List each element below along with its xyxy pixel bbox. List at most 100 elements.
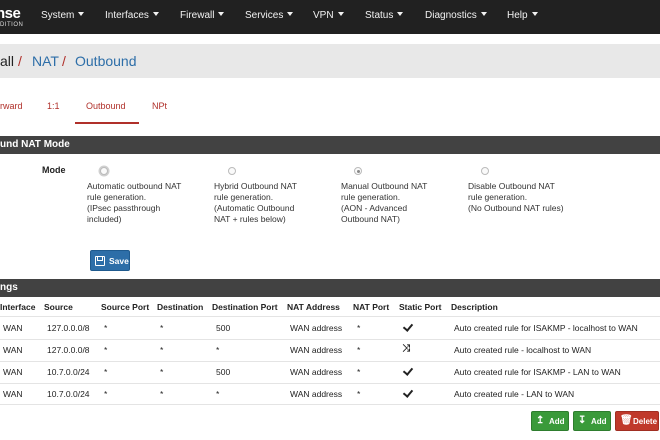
cell-source-port: *: [104, 389, 108, 399]
option-line: Outbound NAT): [341, 214, 400, 224]
option-line: Automatic outbound NAT: [87, 181, 182, 191]
cell-destination: *: [160, 323, 164, 333]
breadcrumb-separator: /: [62, 53, 66, 69]
caret-down-icon: [480, 12, 487, 17]
nav-menu-label: Help: [507, 10, 528, 21]
save-button-label: Save: [109, 256, 129, 266]
option-line: NAT + rules below): [214, 214, 286, 224]
nav-menu-firewall[interactable]: Firewall: [180, 10, 225, 21]
tab-one-to-one[interactable]: 1:1: [47, 101, 60, 111]
cell-source-port: *: [104, 367, 108, 377]
cell-source: 10.7.0.0/24: [47, 367, 90, 377]
column-header-destination-port[interactable]: Destination Port: [212, 302, 278, 312]
nav-menu-status[interactable]: Status: [365, 10, 404, 21]
option-line: included): [87, 214, 122, 224]
column-header-source-port[interactable]: Source Port: [101, 302, 149, 312]
option-line: (AON - Advanced: [341, 203, 408, 213]
nav-menu-vpn[interactable]: VPN: [313, 10, 344, 21]
option-line: Hybrid Outbound NAT: [214, 181, 297, 191]
breadcrumb-firewall[interactable]: all: [0, 53, 14, 69]
radio-manual-outbound-nat[interactable]: [354, 167, 362, 175]
nav-menu-services[interactable]: Services: [245, 10, 294, 21]
check-icon: [403, 366, 413, 376]
cell-destination-port: *: [216, 345, 220, 355]
radio-automatic-outbound-nat[interactable]: [100, 167, 108, 175]
mode-label: Mode: [42, 165, 66, 175]
column-header-source[interactable]: Source: [44, 302, 73, 312]
nav-menu-label: Firewall: [180, 10, 215, 21]
cell-destination-port: *: [216, 389, 220, 399]
caret-down-icon: [218, 12, 225, 17]
nav-menu-diagnostics[interactable]: Diagnostics: [425, 10, 487, 21]
cell-nat-address: WAN address: [290, 367, 343, 377]
cell-interface: WAN: [3, 389, 23, 399]
delete-button[interactable]: 🗑 Delete: [615, 411, 659, 431]
cell-nat-port: *: [357, 345, 361, 355]
cell-description: Auto created rule - LAN to WAN: [454, 389, 575, 399]
nav-menu-help[interactable]: Help: [507, 10, 538, 21]
option-line: Disable Outbound NAT: [468, 181, 555, 191]
radio-hybrid-outbound-nat[interactable]: [228, 167, 236, 175]
column-header-interface[interactable]: Interface: [0, 302, 35, 312]
check-icon: [403, 322, 413, 332]
floppy-disk-icon: [95, 256, 105, 266]
nav-menu-interfaces[interactable]: Interfaces: [105, 10, 159, 21]
column-header-nat-port[interactable]: NAT Port: [353, 302, 389, 312]
option-line: rule generation.: [341, 192, 401, 202]
breadcrumb-outbound[interactable]: Outbound: [75, 53, 137, 69]
column-header-description[interactable]: Description: [451, 302, 498, 312]
caret-down-icon: [531, 12, 538, 17]
column-header-nat-address[interactable]: NAT Address: [287, 302, 340, 312]
top-navbar: nse DITION System Interfaces Firewall Se…: [0, 0, 660, 34]
table-row-divider: [0, 361, 660, 362]
caret-down-icon: [152, 12, 159, 17]
cell-source-port: *: [104, 345, 108, 355]
add-rule-top-button[interactable]: ↥ Add: [531, 411, 569, 431]
cell-destination: *: [160, 367, 164, 377]
nav-menu-label: VPN: [313, 10, 334, 21]
brand-logo[interactable]: nse DITION: [0, 3, 28, 31]
nav-menu-system[interactable]: System: [41, 10, 85, 21]
option-line: Manual Outbound NAT: [341, 181, 428, 191]
option-text-manual: Manual Outbound NAT rule generation. (AO…: [341, 181, 461, 225]
tab-outbound[interactable]: Outbound: [86, 101, 126, 111]
nav-menu-label: Diagnostics: [425, 10, 477, 21]
save-button[interactable]: Save: [90, 250, 130, 271]
shuffle-icon: ⤨: [402, 343, 410, 354]
caret-down-icon: [78, 12, 85, 17]
cell-source: 10.7.0.0/24: [47, 389, 90, 399]
trash-icon: 🗑: [620, 415, 633, 426]
column-header-destination[interactable]: Destination: [157, 302, 203, 312]
add-button-label: Add: [591, 417, 607, 426]
tab-port-forward[interactable]: rward: [0, 101, 23, 111]
cell-interface: WAN: [3, 367, 23, 377]
cell-source: 127.0.0.0/8: [47, 323, 90, 333]
column-header-static-port[interactable]: Static Port: [399, 302, 442, 312]
option-line: (No Outbound NAT rules): [468, 203, 564, 213]
breadcrumb-nat[interactable]: NAT: [32, 53, 59, 69]
option-text-hybrid: Hybrid Outbound NAT rule generation. (Au…: [214, 181, 334, 225]
table-row-divider: [0, 339, 660, 340]
breadcrumb-separator: /: [18, 53, 22, 69]
caret-down-icon: [337, 12, 344, 17]
nav-menu-label: System: [41, 10, 75, 21]
radio-disable-outbound-nat[interactable]: [481, 167, 489, 175]
brand-logo-text: nse: [0, 5, 21, 22]
cell-source: 127.0.0.0/8: [47, 345, 90, 355]
active-tab-indicator: [75, 122, 139, 124]
cell-source-port: *: [104, 323, 108, 333]
cell-nat-address: WAN address: [290, 345, 343, 355]
cell-nat-port: *: [357, 323, 361, 333]
brand-logo-subtext: DITION: [0, 22, 24, 28]
table-divider: [0, 316, 660, 317]
section-title: ngs: [0, 282, 18, 293]
option-text-disable: Disable Outbound NAT rule generation. (N…: [468, 181, 588, 214]
caret-down-icon: [397, 12, 404, 17]
option-text-automatic: Automatic outbound NAT rule generation. …: [87, 181, 207, 225]
section-title: und NAT Mode: [0, 139, 70, 150]
option-line: rule generation.: [87, 192, 147, 202]
tab-npt[interactable]: NPt: [152, 101, 167, 111]
cell-nat-address: WAN address: [290, 323, 343, 333]
breadcrumb: all / NAT / Outbound: [0, 44, 660, 78]
add-rule-bottom-button[interactable]: ↧ Add: [573, 411, 611, 431]
